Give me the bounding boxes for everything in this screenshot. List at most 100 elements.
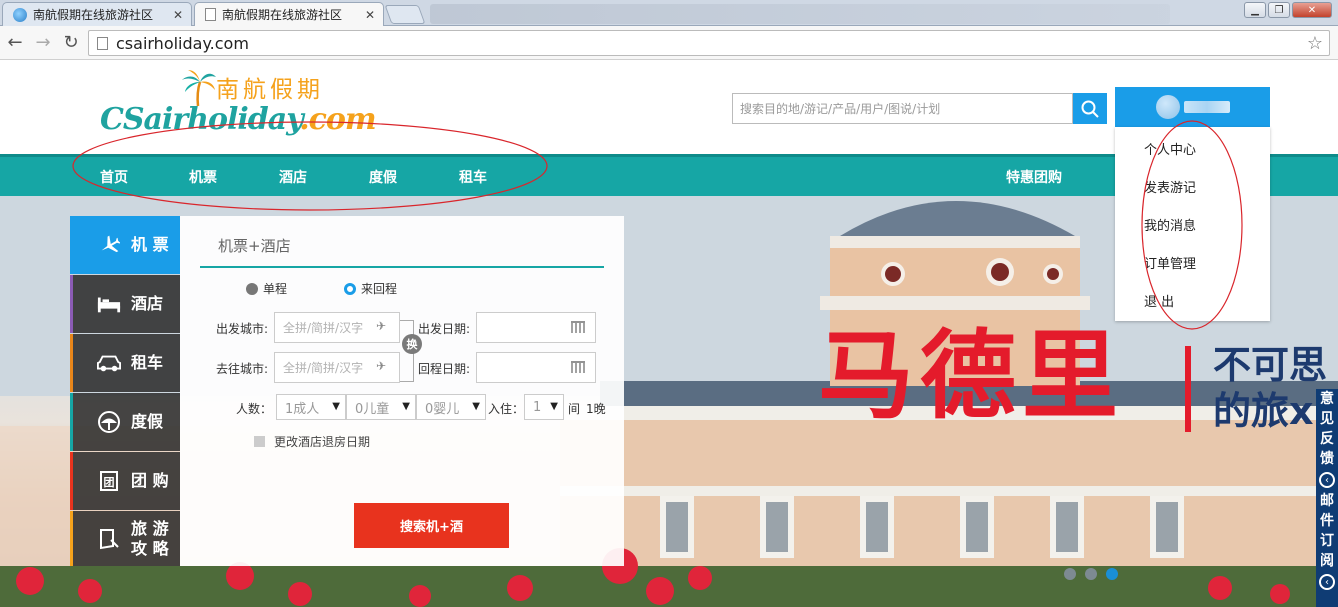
side-item-car-rental[interactable]: 租车 [70,334,180,392]
page-icon [205,8,216,21]
tab-title: 南航假期在线旅游社区 [222,8,343,22]
infants-value: 0婴儿 [425,401,460,417]
dropdown-arrow-icon: ▼ [332,401,340,412]
maximize-button[interactable]: ❐ [1268,2,1290,18]
search-button[interactable] [1073,93,1107,124]
chevron-left-icon[interactable]: ‹ [1319,574,1335,590]
tab-underline [200,266,604,268]
checkbox-label: 更改酒店退房日期 [274,435,371,449]
menu-item-orders[interactable]: 订单管理 [1144,253,1196,272]
dropdown-arrow-icon: ▼ [402,401,410,412]
browser-tabbar: 南航假期在线旅游社区 ✕ 南航假期在线旅游社区 ✕ ▁ ❐ ✕ [0,0,1338,26]
username-redacted [1183,101,1230,113]
close-icon[interactable]: ✕ [173,8,183,22]
chevron-left-icon[interactable]: ‹ [1319,472,1335,488]
rooms-select[interactable]: 1 ▼ [524,394,564,420]
carousel-dot-3[interactable] [1106,568,1118,580]
children-value: 0儿童 [355,401,390,417]
nav-item-car-rental[interactable]: 租车 [459,167,487,187]
logo-domain-suffix: .com [299,102,376,137]
nav-item-group-deals[interactable]: 特惠团购 [1006,167,1062,187]
carousel-dot-2[interactable] [1085,568,1097,580]
plane-icon [97,233,121,257]
feedback-char-4: 馈 [1320,451,1334,467]
logo-brand-name: CSairholiday [100,102,300,137]
forward-button[interactable]: → [30,30,56,56]
side-item-label: 租车 [131,353,164,372]
dropdown-arrow-icon: ▼ [472,401,480,412]
hero-subtitle-line-2: 的旅x [1213,389,1314,433]
nav-item-hotels[interactable]: 酒店 [279,167,307,187]
side-item-group-buy[interactable]: 团 团 购 [70,452,180,510]
nav-item-vacations[interactable]: 度假 [369,167,397,187]
tab-flight-hotel[interactable]: 机票+酒店 [218,235,291,256]
feedback-char-2: 见 [1320,411,1334,427]
trip-round-radio[interactable]: 来回程 [344,280,397,297]
reload-button[interactable]: ↻ [58,30,84,56]
browser-tab-1[interactable]: 南航假期在线旅游社区 ✕ [2,2,192,26]
radio-label: 单程 [263,282,288,296]
side-item-vacations[interactable]: 度假 [70,393,180,451]
search-flight-hotel-button[interactable]: 搜索机+酒 [354,503,509,548]
checkbox[interactable] [254,436,265,447]
rooms-unit: 间 [568,402,581,416]
carousel-dots [1064,568,1118,580]
menu-item-profile[interactable]: 个人中心 [1144,139,1196,158]
close-window-button[interactable]: ✕ [1292,2,1332,18]
subscribe-char-1: 邮 [1320,493,1334,509]
trip-one-way-radio[interactable]: 单程 [246,280,287,297]
logo-chinese-text: 南航假期 [216,77,324,103]
radio-button[interactable] [246,282,258,295]
change-checkout-checkbox[interactable]: 更改酒店退房日期 [254,433,370,450]
feedback-side-tab[interactable]: 意 见 反 馈 ‹ 邮 件 订 阅 ‹ [1316,389,1338,607]
radio-button[interactable] [344,282,356,295]
minimize-button[interactable]: ▁ [1244,2,1266,18]
side-item-label: 团 购 [131,471,169,490]
browser-tab-2[interactable]: 南航假期在线旅游社区 ✕ [194,2,384,26]
calendar-icon[interactable] [571,321,585,333]
nights-value: 1晚 [586,402,606,416]
adults-select[interactable]: 1成人 ▼ [276,394,346,420]
side-item-flights[interactable]: 机 票 [70,216,180,274]
feedback-char-1: 意 [1320,391,1334,407]
subscribe-char-4: 阅 [1320,553,1334,569]
taskbar-blur [430,4,1170,24]
calendar-icon[interactable] [571,361,585,373]
site-logo[interactable]: 南航假期 CSairholiday.com [100,68,377,148]
svg-text:团: 团 [104,476,115,489]
people-label: 人数： [236,402,273,416]
new-tab-button[interactable] [384,5,426,24]
address-bar[interactable]: csairholiday.com ☆ [88,30,1330,56]
hero-title: 马德里 [818,320,1124,432]
rooms-value: 1 [533,399,542,415]
guide-icon [97,527,121,551]
nav-item-home[interactable]: 首页 [100,167,128,187]
bookmark-star-icon[interactable]: ☆ [1307,33,1323,54]
back-button[interactable]: ← [2,30,28,56]
side-item-hotels[interactable]: 酒店 [70,275,180,333]
site-search-input[interactable] [732,93,1073,124]
group-buy-icon: 团 [97,469,121,493]
menu-item-messages[interactable]: 我的消息 [1144,215,1196,234]
window-controls: ▁ ❐ ✕ [1244,2,1332,18]
radio-label: 来回程 [361,282,398,296]
side-item-label: 机 票 [131,235,169,254]
carousel-dot-1[interactable] [1064,568,1076,580]
user-account-button[interactable] [1115,87,1270,127]
umbrella-icon [97,410,121,434]
takeoff-icon: ✈ [376,319,387,333]
url-text: csairholiday.com [116,33,249,53]
side-item-travel-guide[interactable]: 旅 游 攻 略 [70,511,180,566]
user-dropdown-menu: 个人中心 发表游记 我的消息 订单管理 退 出 [1115,127,1270,321]
nav-item-flights[interactable]: 机票 [189,167,217,187]
close-icon[interactable]: ✕ [365,8,375,22]
infants-select[interactable]: 0婴儿 ▼ [416,394,486,420]
children-select[interactable]: 0儿童 ▼ [346,394,416,420]
menu-item-logout[interactable]: 退 出 [1144,291,1174,310]
subscribe-char-3: 订 [1320,533,1334,549]
adults-value: 1成人 [285,401,320,417]
menu-item-post-travelogue[interactable]: 发表游记 [1144,177,1196,196]
tab-title: 南航假期在线旅游社区 [33,8,154,22]
swap-cities-button[interactable]: 换 [402,334,422,354]
side-item-label: 旅 游 攻 略 [131,518,169,558]
